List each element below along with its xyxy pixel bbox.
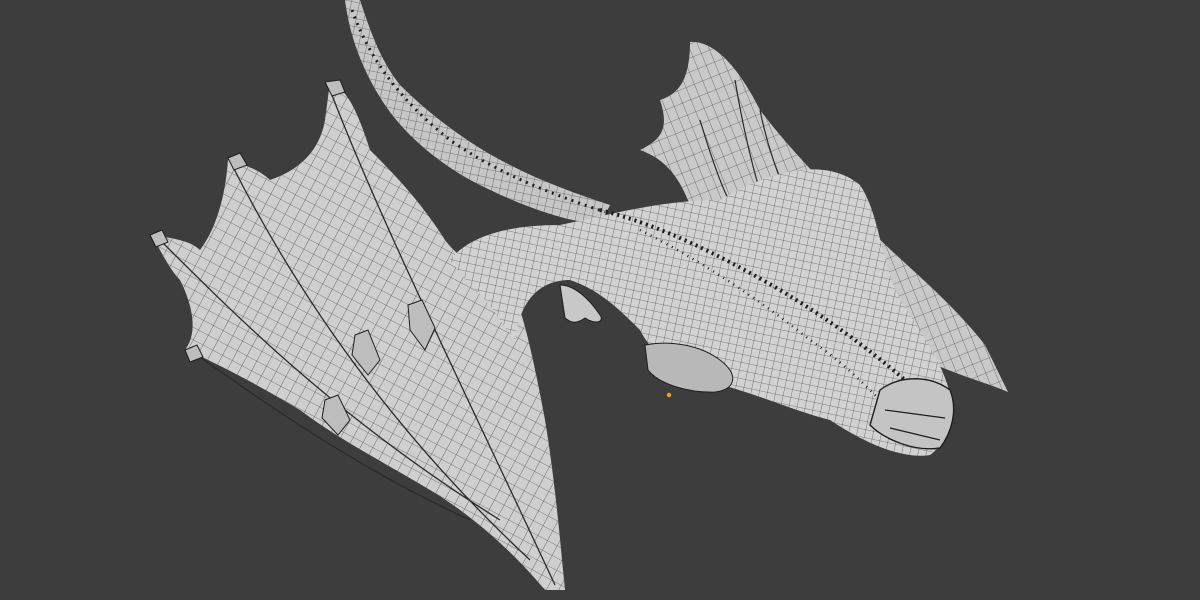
object-origin-marker[interactable]: [666, 392, 672, 398]
dragon-mesh[interactable]: [149, 0, 1008, 590]
viewport-canvas[interactable]: [0, 0, 1200, 600]
3d-viewport[interactable]: [0, 0, 1200, 600]
